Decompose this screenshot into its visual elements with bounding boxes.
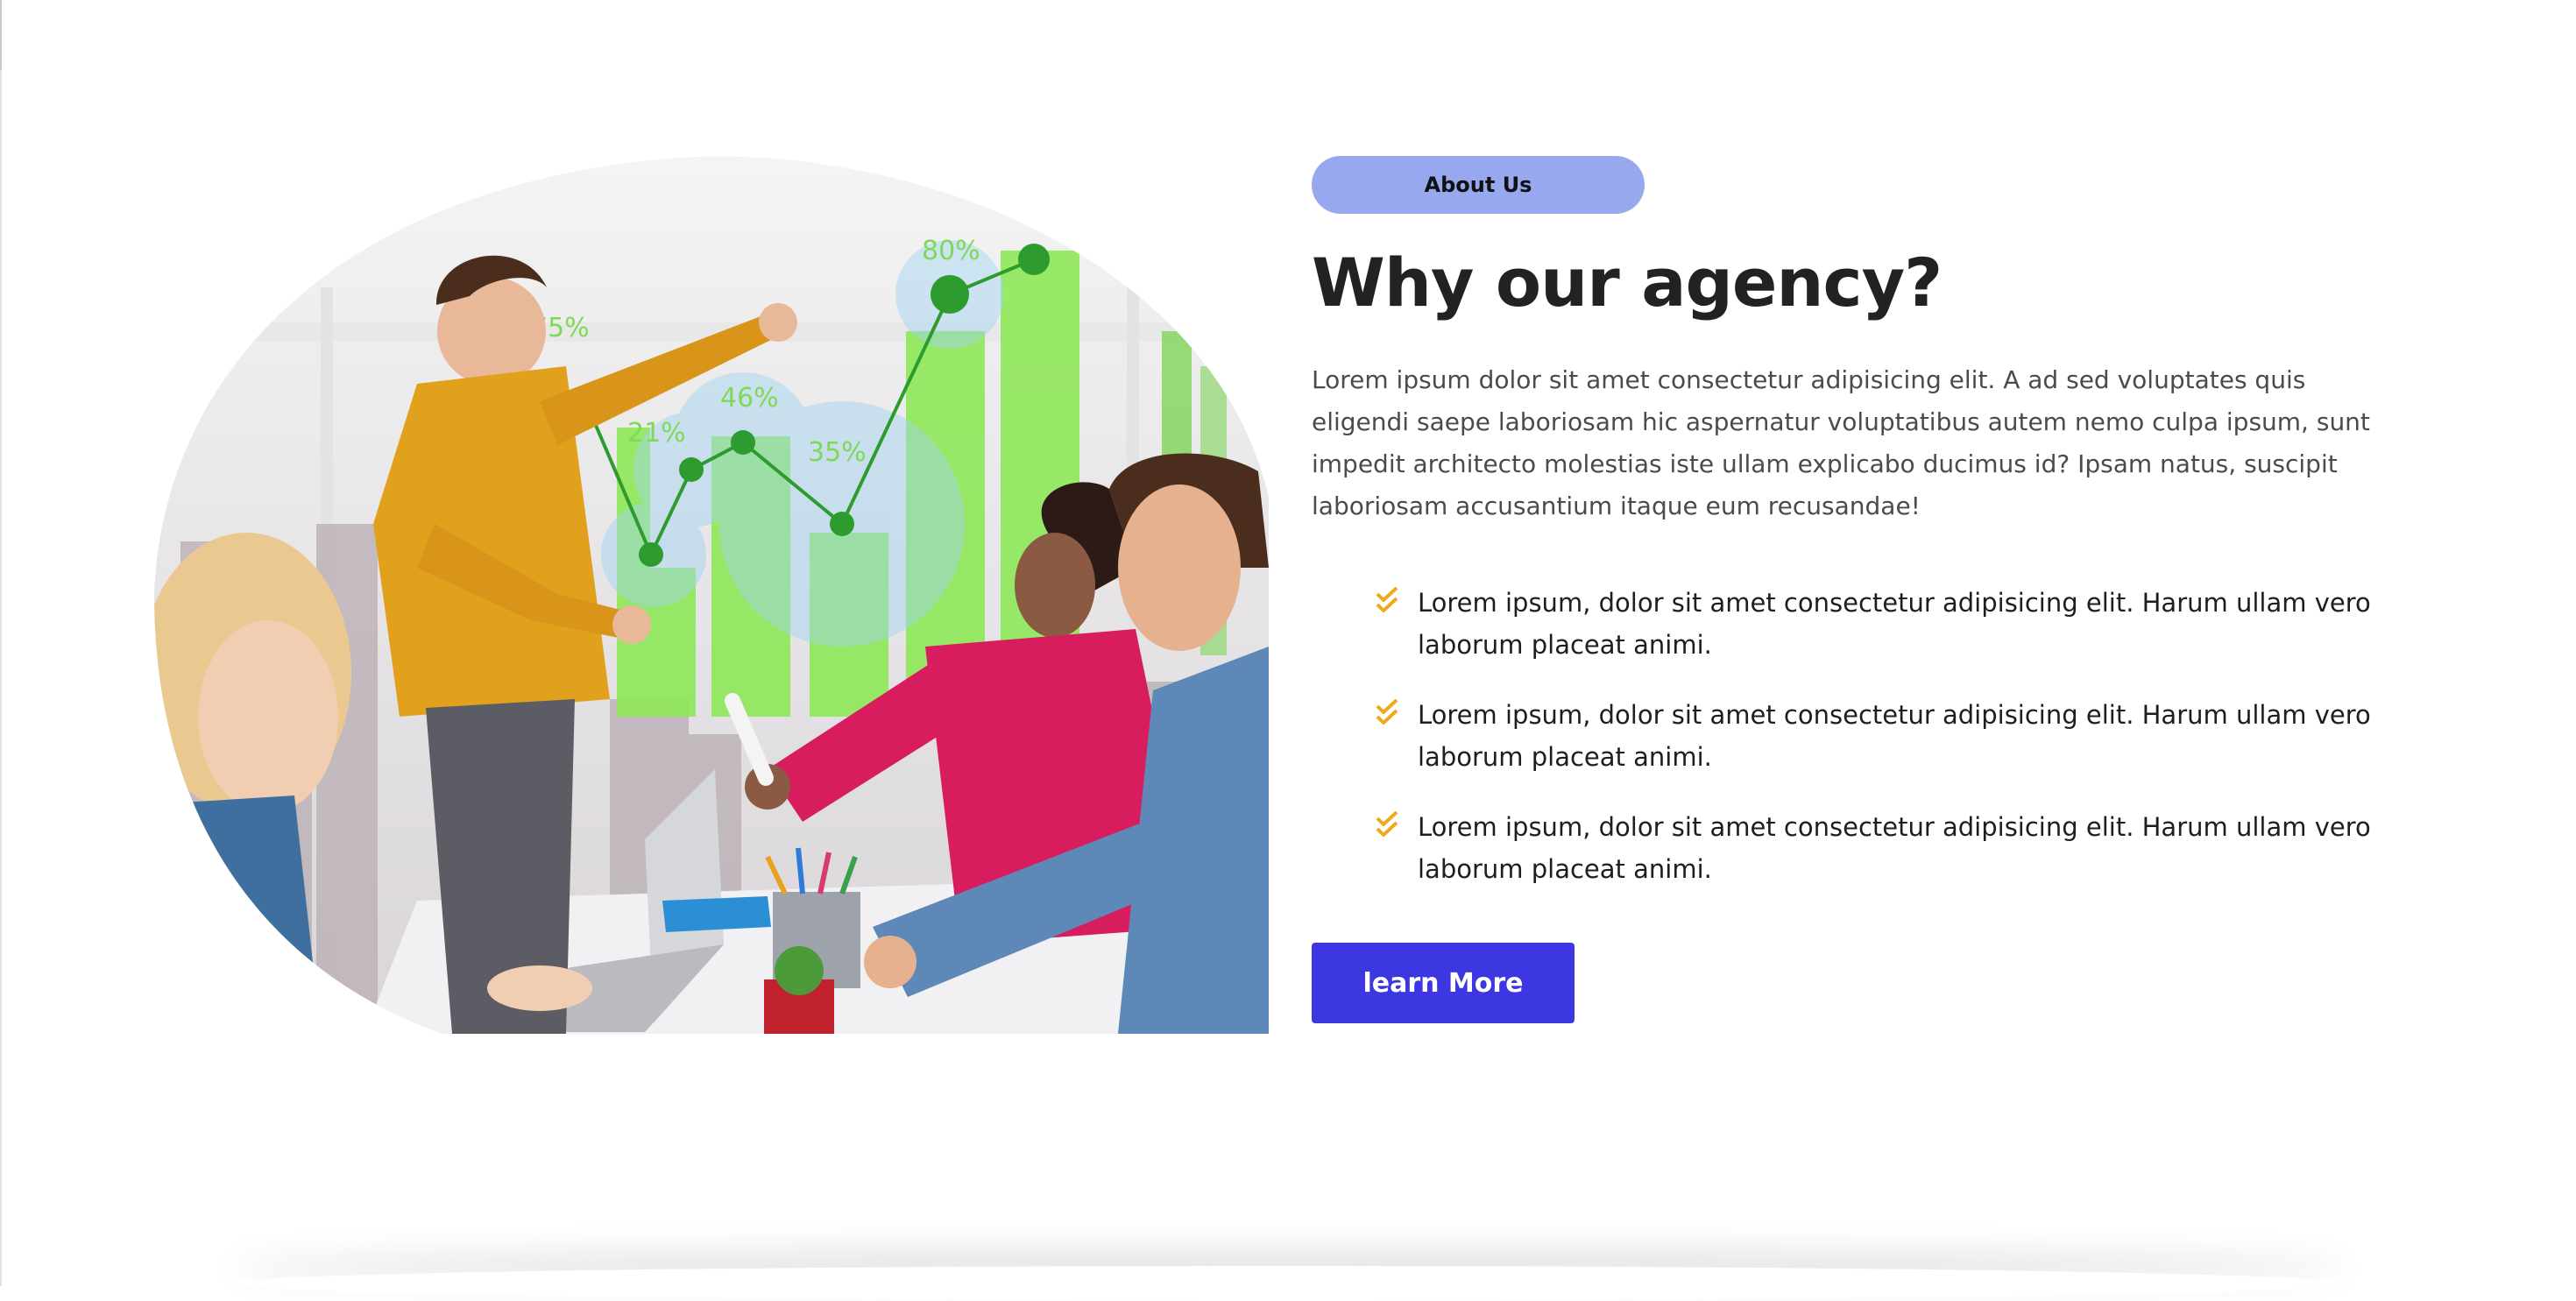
feature-item: Lorem ipsum, dolor sit amet consectetur …	[1312, 582, 2417, 666]
photo-chart-label: 46%	[720, 383, 779, 414]
learn-more-button[interactable]: learn More	[1312, 943, 1575, 1023]
feature-item: Lorem ipsum, dolor sit amet consectetur …	[1312, 694, 2417, 778]
feature-text: Lorem ipsum, dolor sit amet consectetur …	[1418, 588, 2371, 660]
about-image: 75% 21% 46% 35% 80%	[154, 156, 1269, 1034]
about-badge: About Us	[1312, 156, 1645, 214]
page-left-border-mark	[0, 0, 2, 70]
feature-text: Lorem ipsum, dolor sit amet consectetur …	[1418, 700, 2371, 772]
double-check-icon	[1376, 587, 1398, 612]
about-content: About Us Why our agency? Lorem ipsum dol…	[1312, 156, 2416, 1023]
page-left-border	[0, 0, 2, 1286]
feature-text: Lorem ipsum, dolor sit amet consectetur …	[1418, 812, 2371, 884]
double-check-icon	[1376, 699, 1398, 725]
feature-item: Lorem ipsum, dolor sit amet consectetur …	[1312, 806, 2417, 890]
photo-chart-label: 80%	[922, 236, 980, 266]
section-title: Why our agency?	[1312, 244, 1943, 322]
feature-list: Lorem ipsum, dolor sit amet consectetur …	[1312, 582, 2416, 890]
photo-chart-label: 35%	[808, 437, 867, 468]
next-section-edge	[228, 1266, 2348, 1301]
double-check-icon	[1376, 811, 1398, 837]
photo-chart-label: 21%	[627, 418, 686, 449]
intro-paragraph: Lorem ipsum dolor sit amet consectetur a…	[1312, 365, 2370, 520]
